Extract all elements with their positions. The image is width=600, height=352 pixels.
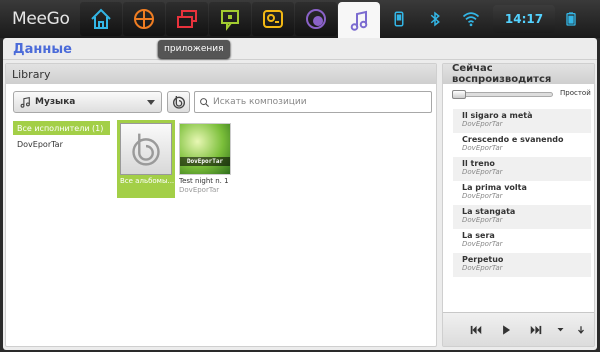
grid-icon [134,9,154,29]
meego-logo: MeeGo [12,9,70,29]
play-icon [503,324,511,335]
previous-icon [470,325,482,334]
playback-mode-slider[interactable] [452,90,553,99]
album-title: Все альбомы... [120,177,174,185]
chat-app-button[interactable] [209,2,251,36]
top-bar: MeeGo 14:17 [0,0,600,40]
slider-label: Простой [560,89,591,97]
now-playing-panel: Сейчас воспроизводится Простой Il sigaro… [442,63,595,347]
album-cover-label: DovEporTar [180,157,230,166]
media-app-button[interactable] [295,2,337,36]
divider [3,59,597,60]
track-artist: DovEporTar [462,216,503,224]
windows-app-button[interactable] [166,2,208,36]
album-item-all[interactable]: Все альбомы... [117,120,175,198]
home-app-button[interactable] [80,2,122,36]
now-playing-header: Сейчас воспроизводится [443,63,594,85]
chevron-down-icon [557,328,563,332]
chat-icon [221,10,239,31]
arrow-down-icon [578,325,584,334]
track-item[interactable]: Crescendo e svanendo DovEporTar [453,133,591,157]
phone-status[interactable] [381,2,417,36]
media-icon [306,9,326,29]
search-icon [200,97,210,107]
artist-item-all[interactable]: Все исполнители (1) [13,121,110,135]
album-item[interactable]: DovEporTar Test night n. 1 DovEporTar [176,120,234,198]
wifi-status[interactable] [453,2,489,36]
music-app-button[interactable] [338,2,380,40]
clock[interactable]: 14:17 [493,5,555,33]
album-placeholder-art [120,123,172,175]
track-title: Il sigaro a metà [462,111,533,120]
track-title: La sera [462,231,495,240]
artist-item[interactable]: DovEporTar [13,137,110,151]
track-title: Crescendo e svanendo [462,135,564,144]
album-cover-art: DovEporTar [179,123,231,175]
artist-view-button[interactable] [167,91,190,113]
track-title: La prima volta [462,183,527,192]
slider-knob[interactable] [452,90,466,99]
music-note-icon [20,96,30,108]
track-item[interactable]: La sera DovEporTar [453,229,591,253]
track-title: Il treno [462,159,495,168]
library-panel: Library Музыка Все исполнители [5,63,437,347]
bluetooth-status[interactable] [417,2,453,36]
grid-app-button[interactable] [123,2,165,36]
track-artist: DovEporTar [462,120,503,128]
next-button[interactable] [521,320,551,340]
people-icon [263,10,283,28]
track-artist: DovEporTar [462,168,503,176]
windows-icon [177,10,197,28]
player-controls [443,312,594,346]
beat-icon [172,96,185,109]
wifi-icon [462,12,480,27]
track-title: Perpetuo [462,255,504,264]
track-item[interactable]: Perpetuo DovEporTar [453,253,591,277]
download-button[interactable] [569,320,593,340]
album-title: Test night n. 1 [179,177,229,185]
track-item[interactable]: Il sigaro a metà DovEporTar [453,109,591,133]
track-artist: DovEporTar [462,264,503,272]
album-artist: DovEporTar [179,186,220,194]
track-artist: DovEporTar [462,240,503,248]
battery-icon [566,12,576,26]
track-item[interactable]: Il treno DovEporTar [453,157,591,181]
main-panel: Данные Library Музыка Искать композиции … [3,38,597,350]
track-artist: DovEporTar [462,144,503,152]
track-title: La stangata [462,207,516,216]
people-app-button[interactable] [252,2,294,36]
track-artist: DovEporTar [462,192,503,200]
next-icon [530,325,542,334]
library-header: Library [6,64,436,84]
track-item[interactable]: La stangata DovEporTar [453,205,591,229]
tooltip: приложения [158,40,230,58]
previous-button[interactable] [461,320,491,340]
volume-button[interactable] [551,320,569,340]
bluetooth-icon [430,11,440,27]
search-box[interactable] [194,91,432,113]
battery-status[interactable] [559,2,583,36]
page-title: Данные [13,42,72,57]
chevron-down-icon [147,100,155,105]
music-note-icon [350,10,368,31]
artist-list: Все исполнители (1) DovEporTar [13,121,110,153]
search-input[interactable] [213,97,413,107]
category-dropdown-value: Музыка [35,97,76,107]
track-list: Il sigaro a metà DovEporTar Crescendo e … [453,109,591,277]
beat-icon [132,133,160,166]
track-item[interactable]: La prima volta DovEporTar [453,181,591,205]
play-button[interactable] [491,320,521,340]
home-icon [91,8,111,29]
phone-icon [394,11,404,27]
category-dropdown[interactable]: Музыка [13,91,162,113]
